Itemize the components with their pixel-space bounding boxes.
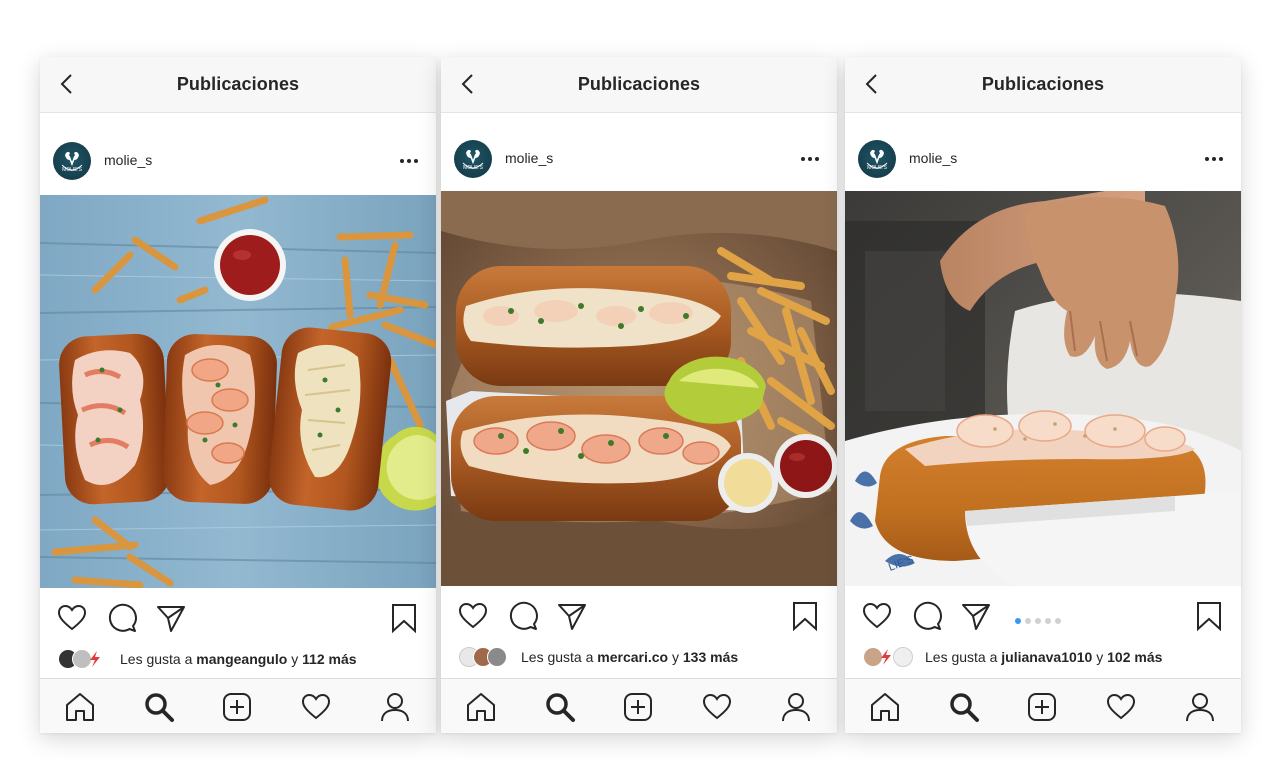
search-icon[interactable] bbox=[948, 691, 980, 723]
lightning-icon bbox=[881, 649, 891, 665]
heart-icon[interactable] bbox=[861, 600, 893, 632]
bottom-nav bbox=[40, 678, 436, 733]
post-actions bbox=[40, 598, 436, 638]
post-header: MOLIE'S molie_s bbox=[40, 137, 436, 185]
liker-avatars[interactable] bbox=[459, 647, 519, 667]
likes-text[interactable]: Les gusta a mangeangulo y 112 más bbox=[120, 651, 357, 667]
ellipsis-icon[interactable] bbox=[1203, 150, 1225, 168]
lobster-and-shrimp-rolls-with-fries-image bbox=[441, 191, 837, 586]
search-icon[interactable] bbox=[143, 691, 175, 723]
lobster-rolls-on-wooden-table-image bbox=[40, 195, 436, 588]
comment-bubble-icon[interactable] bbox=[507, 600, 539, 632]
comment-bubble-icon[interactable] bbox=[911, 600, 943, 632]
heart-icon[interactable] bbox=[56, 602, 88, 634]
likes-count[interactable]: 102 más bbox=[1107, 649, 1162, 665]
page-title: Publicaciones bbox=[577, 74, 701, 94]
paper-plane-icon[interactable] bbox=[556, 600, 588, 632]
username[interactable]: molie_s bbox=[505, 150, 553, 166]
paper-plane-icon[interactable] bbox=[155, 602, 187, 634]
liker-username[interactable]: mercari.co bbox=[597, 649, 668, 665]
phone-screen-3: Publicaciones MOLIE'S molie_s LIE'S Les … bbox=[845, 57, 1241, 733]
phone-screen-1: Publicaciones MOLIE'S molie_s Les gusta … bbox=[40, 57, 436, 733]
liker-avatars[interactable] bbox=[863, 647, 923, 667]
likes-count[interactable]: 112 más bbox=[302, 651, 357, 667]
likes-conjunction: y bbox=[1096, 649, 1104, 665]
heart-icon[interactable] bbox=[457, 600, 489, 632]
home-icon[interactable] bbox=[465, 691, 497, 723]
likes-text[interactable]: Les gusta a julianava1010 y 102 más bbox=[925, 649, 1162, 665]
home-icon[interactable] bbox=[869, 691, 901, 723]
post-photo[interactable]: LIE'S bbox=[845, 191, 1241, 586]
activity-heart-icon[interactable] bbox=[300, 691, 332, 723]
post-actions bbox=[441, 596, 837, 636]
ellipsis-icon[interactable] bbox=[799, 150, 821, 168]
activity-heart-icon[interactable] bbox=[1105, 691, 1137, 723]
carousel-dot[interactable] bbox=[1045, 618, 1051, 624]
carousel-indicator bbox=[1015, 611, 1065, 624]
bottom-nav bbox=[441, 678, 837, 733]
liker-avatars[interactable] bbox=[58, 649, 118, 669]
post-header: MOLIE'S molie_s bbox=[845, 135, 1241, 183]
likes-count[interactable]: 133 más bbox=[683, 649, 738, 665]
page-title: Publicaciones bbox=[176, 74, 300, 94]
bookmark-icon[interactable] bbox=[1193, 600, 1225, 632]
carousel-dot[interactable] bbox=[1055, 618, 1061, 624]
liker-avatar bbox=[487, 647, 507, 667]
phone-screen-2: Publicaciones MOLIE'S molie_s Les gusta … bbox=[441, 57, 837, 733]
post-header: MOLIE'S molie_s bbox=[441, 135, 837, 183]
likes-row: Les gusta a mangeangulo y 112 más bbox=[40, 647, 436, 671]
add-post-icon[interactable] bbox=[1026, 691, 1058, 723]
carousel-dot-active[interactable] bbox=[1015, 618, 1021, 624]
liker-avatar bbox=[893, 647, 913, 667]
likes-prefix: Les gusta a bbox=[925, 649, 998, 665]
profile-icon[interactable] bbox=[780, 691, 812, 723]
likes-prefix: Les gusta a bbox=[521, 649, 594, 665]
avatar[interactable]: MOLIE'S bbox=[53, 142, 91, 180]
bookmark-icon[interactable] bbox=[789, 600, 821, 632]
top-bar: Publicaciones bbox=[845, 57, 1241, 113]
profile-icon[interactable] bbox=[1184, 691, 1216, 723]
home-icon[interactable] bbox=[64, 691, 96, 723]
post-photo[interactable] bbox=[40, 195, 436, 588]
avatar-logo-text: MOLIE'S bbox=[867, 165, 888, 171]
avatar[interactable]: MOLIE'S bbox=[858, 140, 896, 178]
activity-heart-icon[interactable] bbox=[701, 691, 733, 723]
likes-row: Les gusta a mercari.co y 133 más bbox=[441, 645, 837, 669]
add-post-icon[interactable] bbox=[221, 691, 253, 723]
stage: Publicaciones MOLIE'S molie_s Les gusta … bbox=[0, 0, 1275, 770]
top-bar: Publicaciones bbox=[441, 57, 837, 113]
liker-username[interactable]: mangeangulo bbox=[196, 651, 287, 667]
username[interactable]: molie_s bbox=[909, 150, 957, 166]
profile-icon[interactable] bbox=[379, 691, 411, 723]
ellipsis-icon[interactable] bbox=[398, 152, 420, 170]
hand-seasoning-lobster-roll-image: LIE'S bbox=[845, 191, 1241, 586]
search-icon[interactable] bbox=[544, 691, 576, 723]
paper-plane-icon[interactable] bbox=[960, 600, 992, 632]
likes-prefix: Les gusta a bbox=[120, 651, 193, 667]
avatar-logo-text: MOLIE'S bbox=[463, 165, 484, 171]
post-photo[interactable] bbox=[441, 191, 837, 586]
avatar[interactable]: MOLIE'S bbox=[454, 140, 492, 178]
carousel-dot[interactable] bbox=[1035, 618, 1041, 624]
page-title: Publicaciones bbox=[981, 74, 1105, 94]
carousel-dot[interactable] bbox=[1025, 618, 1031, 624]
add-post-icon[interactable] bbox=[622, 691, 654, 723]
likes-text[interactable]: Les gusta a mercari.co y 133 más bbox=[521, 649, 738, 665]
username[interactable]: molie_s bbox=[104, 152, 152, 168]
comment-bubble-icon[interactable] bbox=[106, 602, 138, 634]
likes-row: Les gusta a julianava1010 y 102 más bbox=[845, 645, 1241, 669]
bookmark-icon[interactable] bbox=[388, 602, 420, 634]
likes-conjunction: y bbox=[672, 649, 679, 665]
liker-username[interactable]: julianava1010 bbox=[1001, 649, 1092, 665]
avatar-logo-text: MOLIE'S bbox=[62, 167, 83, 173]
post-actions bbox=[845, 596, 1241, 636]
likes-conjunction: y bbox=[291, 651, 299, 667]
lightning-icon bbox=[90, 651, 100, 667]
bottom-nav bbox=[845, 678, 1241, 733]
top-bar: Publicaciones bbox=[40, 57, 436, 113]
